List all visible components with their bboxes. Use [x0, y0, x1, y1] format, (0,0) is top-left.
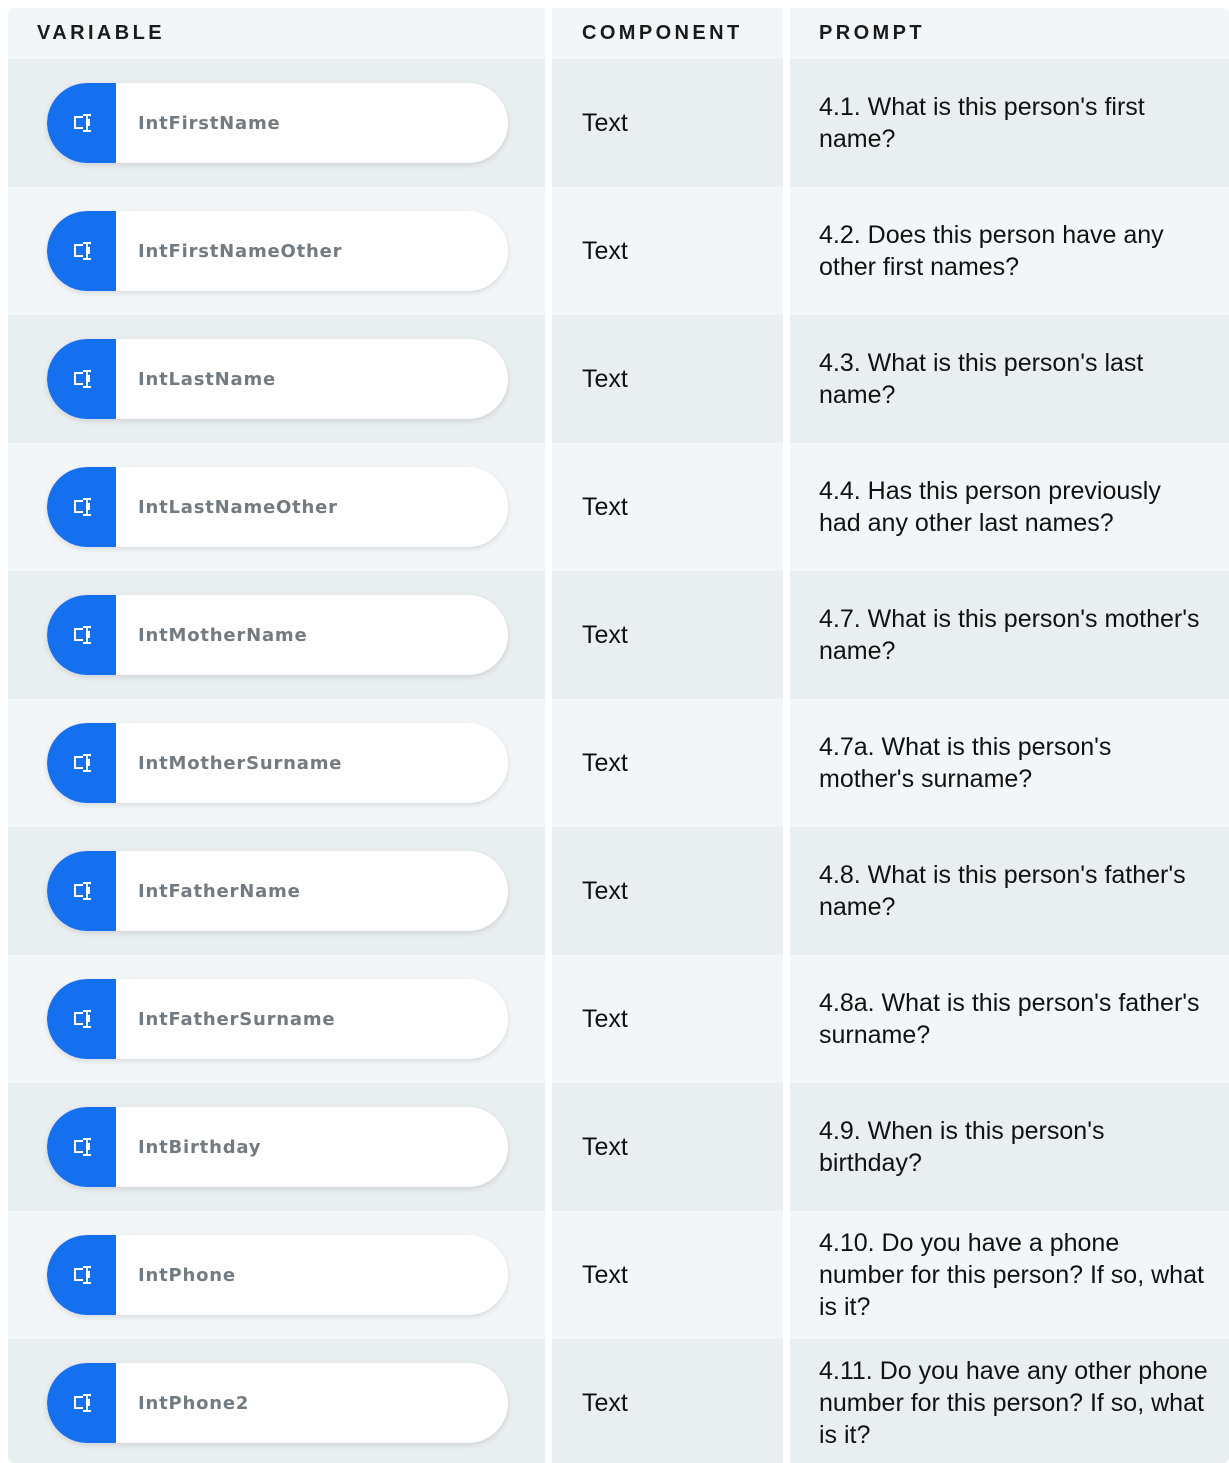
- table-row: 4.4. Has this person previously had any …: [790, 443, 1229, 571]
- table-row: IntLastNameOther: [8, 443, 545, 571]
- variable-chip[interactable]: IntMotherSurname: [47, 723, 508, 803]
- table-row: Text: [552, 571, 783, 699]
- text-field-icon: [47, 979, 116, 1059]
- variable-chip[interactable]: IntFatherName: [47, 851, 508, 931]
- variable-chip[interactable]: IntFatherSurname: [47, 979, 508, 1059]
- variable-column-header: VARIABLE: [8, 8, 545, 59]
- text-field-icon: [47, 595, 116, 675]
- prompt-text: 4.4. Has this person previously had any …: [819, 477, 1161, 537]
- prompt-text: 4.8a. What is this person's father's sur…: [819, 989, 1200, 1049]
- table-row: IntPhone2: [8, 1339, 545, 1463]
- prompt-text: 4.3. What is this person's last name?: [819, 349, 1144, 409]
- table-row: IntFatherName: [8, 827, 545, 955]
- variable-column: VARIABLE IntFirstName IntFirstNameOther In…: [8, 8, 545, 1463]
- table-row: 4.1. What is this person's first name?: [790, 59, 1229, 187]
- variable-chip[interactable]: IntLastName: [47, 339, 508, 419]
- prompt-text: 4.10. Do you have a phone number for thi…: [819, 1229, 1204, 1321]
- text-field-icon: [47, 1107, 116, 1187]
- variable-name: IntFirstNameOther: [138, 240, 343, 262]
- table-row: Text: [552, 1083, 783, 1211]
- text-field-icon: [47, 211, 116, 291]
- table-row: Text: [552, 315, 783, 443]
- variables-table: VARIABLE IntFirstName IntFirstNameOther In…: [8, 8, 1229, 1463]
- component-column: COMPONENT Text Text Text Text Text Text Text Te…: [552, 8, 783, 1463]
- table-row: 4.11. Do you have any other phone number…: [790, 1339, 1229, 1463]
- variable-chip[interactable]: IntPhone: [47, 1235, 508, 1315]
- text-field-icon: [47, 83, 116, 163]
- prompt-text: 4.11. Do you have any other phone number…: [819, 1357, 1208, 1449]
- prompt-text: 4.8. What is this person's father's name…: [819, 861, 1186, 921]
- text-field-icon: [47, 339, 116, 419]
- variable-name: IntBirthday: [138, 1136, 262, 1158]
- variable-name: IntFatherSurname: [138, 1008, 336, 1030]
- table-row: 4.10. Do you have a phone number for thi…: [790, 1211, 1229, 1339]
- prompt-column-header: PROMPT: [790, 8, 1229, 59]
- component-column-header: COMPONENT: [552, 8, 783, 59]
- variable-chip[interactable]: IntBirthday: [47, 1107, 508, 1187]
- variable-chip[interactable]: IntMotherName: [47, 595, 508, 675]
- component-type: Text: [582, 108, 628, 137]
- text-field-icon: [47, 467, 116, 547]
- variable-name: IntMotherSurname: [138, 752, 343, 774]
- table-row: IntBirthday: [8, 1083, 545, 1211]
- table-row: IntFatherSurname: [8, 955, 545, 1083]
- component-type: Text: [582, 492, 628, 521]
- component-type: Text: [582, 236, 628, 265]
- component-type: Text: [582, 1388, 628, 1417]
- table-row: IntFirstName: [8, 59, 545, 187]
- variable-name: IntFatherName: [138, 880, 301, 902]
- table-row: 4.7a. What is this person's mother's sur…: [790, 699, 1229, 827]
- table-row: Text: [552, 59, 783, 187]
- component-type: Text: [582, 876, 628, 905]
- prompt-text: 4.9. When is this person's birthday?: [819, 1117, 1105, 1177]
- component-type: Text: [582, 620, 628, 649]
- prompt-text: 4.1. What is this person's first name?: [819, 93, 1145, 153]
- table-row: IntMotherSurname: [8, 699, 545, 827]
- variable-chip[interactable]: IntLastNameOther: [47, 467, 508, 547]
- table-row: Text: [552, 187, 783, 315]
- table-row: Text: [552, 1339, 783, 1463]
- table-row: 4.8a. What is this person's father's sur…: [790, 955, 1229, 1083]
- table-row: 4.3. What is this person's last name?: [790, 315, 1229, 443]
- text-field-icon: [47, 851, 116, 931]
- table-row: IntMotherName: [8, 571, 545, 699]
- table-row: IntLastName: [8, 315, 545, 443]
- variable-chip[interactable]: IntFirstNameOther: [47, 211, 508, 291]
- variable-chip[interactable]: IntFirstName: [47, 83, 508, 163]
- table-row: IntFirstNameOther: [8, 187, 545, 315]
- text-field-icon: [47, 1235, 116, 1315]
- variable-name: IntLastName: [138, 368, 277, 390]
- component-type: Text: [582, 1260, 628, 1289]
- text-field-icon: [47, 723, 116, 803]
- table-row: Text: [552, 699, 783, 827]
- text-field-icon: [47, 1363, 116, 1443]
- table-row: 4.7. What is this person's mother's name…: [790, 571, 1229, 699]
- component-type: Text: [582, 748, 628, 777]
- variable-chip[interactable]: IntPhone2: [47, 1363, 508, 1443]
- prompt-text: 4.7. What is this person's mother's name…: [819, 605, 1200, 665]
- table-row: 4.2. Does this person have any other fir…: [790, 187, 1229, 315]
- variable-name: IntMotherName: [138, 624, 308, 646]
- prompt-column: PROMPT 4.1. What is this person's first …: [790, 8, 1229, 1463]
- table-row: 4.8. What is this person's father's name…: [790, 827, 1229, 955]
- table-row: 4.9. When is this person's birthday?: [790, 1083, 1229, 1211]
- table-row: Text: [552, 1211, 783, 1339]
- component-type: Text: [582, 1132, 628, 1161]
- prompt-text: 4.2. Does this person have any other fir…: [819, 221, 1164, 281]
- table-row: Text: [552, 955, 783, 1083]
- variable-name: IntFirstName: [138, 112, 281, 134]
- table-row: Text: [552, 443, 783, 571]
- variable-name: IntPhone: [138, 1264, 236, 1286]
- prompt-text: 4.7a. What is this person's mother's sur…: [819, 733, 1112, 793]
- variable-name: IntLastNameOther: [138, 496, 338, 518]
- variable-name: IntPhone2: [138, 1392, 250, 1414]
- table-row: Text: [552, 827, 783, 955]
- table-row: IntPhone: [8, 1211, 545, 1339]
- component-type: Text: [582, 1004, 628, 1033]
- component-type: Text: [582, 364, 628, 393]
